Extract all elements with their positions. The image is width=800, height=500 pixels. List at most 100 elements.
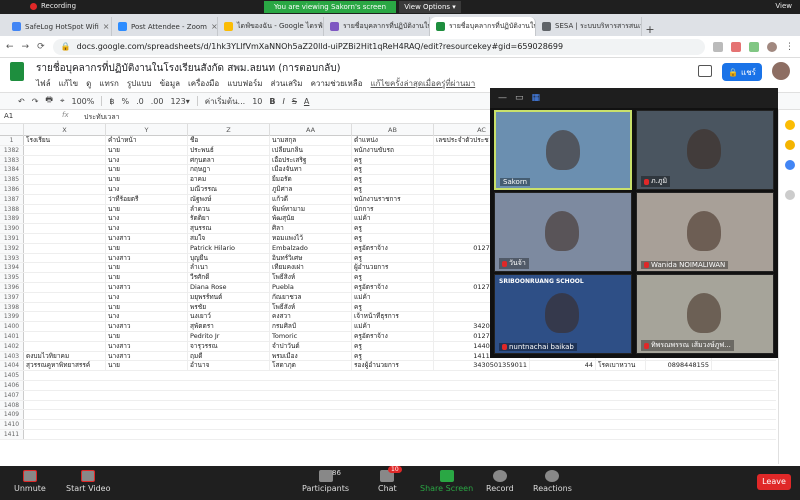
cell[interactable]: กฤษฎา bbox=[188, 165, 270, 175]
cell[interactable]: นามสกุล bbox=[270, 136, 352, 145]
row-number[interactable]: 1387 bbox=[0, 194, 24, 204]
cell[interactable]: พรชัย bbox=[188, 302, 270, 312]
redo-icon[interactable]: ↷ bbox=[32, 97, 39, 106]
cell[interactable]: คำนำหน้า bbox=[106, 136, 188, 145]
row-number[interactable]: 1391 bbox=[0, 234, 24, 243]
row-number[interactable]: 1399 bbox=[0, 312, 24, 322]
cell[interactable] bbox=[24, 292, 106, 302]
percent-format-button[interactable]: % bbox=[121, 97, 129, 106]
new-tab-button[interactable]: + bbox=[642, 23, 658, 36]
cell[interactable]: สุวรรณคูหาพิทยาสรรค์ bbox=[24, 361, 106, 371]
zoom-select[interactable]: 100% bbox=[71, 97, 94, 106]
cell[interactable]: ยิ้มอรัด bbox=[270, 175, 352, 184]
back-icon[interactable]: ← bbox=[6, 42, 14, 52]
view-button[interactable]: View bbox=[775, 2, 792, 10]
cell[interactable] bbox=[24, 185, 106, 194]
cell[interactable]: ณัฐพงษ์ bbox=[188, 194, 270, 204]
cell[interactable]: นางสาว bbox=[106, 351, 188, 361]
cell[interactable]: หอมแพงไว้ bbox=[270, 234, 352, 243]
account-avatar[interactable] bbox=[772, 62, 790, 80]
cell[interactable]: นางสาว bbox=[106, 234, 188, 243]
cell[interactable]: นางสาว bbox=[106, 322, 188, 331]
bold-button[interactable]: B bbox=[269, 97, 275, 106]
menu-edit[interactable]: แก้ไข bbox=[59, 77, 79, 90]
formula-input[interactable]: ประทับเวลา bbox=[84, 112, 120, 123]
row-number[interactable]: 1389 bbox=[0, 214, 24, 224]
cell[interactable]: เมืองจันทา bbox=[270, 165, 352, 175]
row-number[interactable]: 1411 bbox=[0, 430, 24, 439]
cell[interactable]: ครู bbox=[352, 351, 434, 361]
cell[interactable]: พิมพ์ทามาม bbox=[270, 204, 352, 214]
cell[interactable]: โพธิ์สังห์ bbox=[270, 302, 352, 312]
keep-icon[interactable] bbox=[785, 140, 795, 150]
cell[interactable]: ฤมดี bbox=[188, 351, 270, 361]
extension-icon[interactable] bbox=[713, 41, 723, 52]
unmute-button[interactable]: Unmute bbox=[14, 470, 46, 493]
row-number[interactable]: 1 bbox=[0, 136, 24, 145]
cell[interactable]: ลำดวน bbox=[188, 204, 270, 214]
column-header[interactable]: X bbox=[24, 124, 106, 136]
cell[interactable] bbox=[24, 341, 106, 351]
more-formats-button[interactable]: 123▾ bbox=[170, 97, 189, 106]
cell[interactable]: พัฒสุนัย bbox=[270, 214, 352, 224]
cell[interactable]: Embalzado bbox=[270, 243, 352, 253]
cell[interactable]: ครู bbox=[352, 302, 434, 312]
menu-file[interactable]: ไฟล์ bbox=[36, 77, 51, 90]
cell[interactable]: อำนาจ bbox=[188, 361, 270, 371]
close-tab-icon[interactable]: × bbox=[211, 22, 217, 31]
cell[interactable]: ดงบมไวทิยาคม bbox=[24, 351, 106, 361]
browser-tab-2[interactable]: Post Attendee - Zoom × bbox=[112, 17, 218, 36]
cell[interactable]: มยุพรร์ทนต์ bbox=[188, 292, 270, 302]
extension-icon[interactable] bbox=[731, 41, 741, 52]
cell[interactable]: นาย bbox=[106, 145, 188, 155]
cell[interactable] bbox=[24, 155, 106, 165]
cell[interactable]: ศิลา bbox=[270, 224, 352, 233]
print-icon[interactable]: 🖶 bbox=[45, 94, 53, 108]
cell[interactable] bbox=[24, 332, 106, 341]
cell[interactable]: เอื้อประเสริฐ bbox=[270, 155, 352, 165]
row-number[interactable]: 1409 bbox=[0, 410, 24, 420]
cell[interactable] bbox=[24, 283, 106, 292]
chat-button[interactable]: Chat 10 bbox=[378, 466, 402, 493]
font-size-select[interactable]: 10 bbox=[252, 97, 262, 106]
cell[interactable]: ครู bbox=[352, 165, 434, 175]
cell[interactable]: ครู bbox=[352, 155, 434, 165]
cell[interactable]: สมใจ bbox=[188, 234, 270, 243]
cell[interactable]: สุนรรณ bbox=[188, 224, 270, 233]
browser-tab-3[interactable]: ไดฟ์ของฉัน - Google ไดรฟ์× bbox=[218, 17, 324, 36]
menu-addons[interactable]: ส่วนเสริม bbox=[271, 77, 303, 90]
cell[interactable]: ครู bbox=[352, 253, 434, 263]
browser-tab-6[interactable]: SESA | ระบบบริหารสารสนเทศ× bbox=[536, 17, 642, 36]
cell[interactable]: นาง bbox=[106, 185, 188, 194]
cell[interactable]: นาง bbox=[106, 312, 188, 322]
row-number[interactable]: 1385 bbox=[0, 175, 24, 184]
column-header[interactable] bbox=[0, 124, 24, 136]
extension-icon[interactable] bbox=[749, 41, 759, 52]
cell[interactable]: Pedrito Jr bbox=[188, 332, 270, 341]
reactions-button[interactable]: Reactions bbox=[533, 470, 572, 493]
cell[interactable]: มณีวรรณ bbox=[188, 185, 270, 194]
document-title[interactable]: รายชื่อบุคลากรที่ปฏิบัติงานในโรงเรียนสัง… bbox=[36, 61, 341, 76]
currency-format-button[interactable]: ฿ bbox=[109, 97, 114, 106]
cell[interactable] bbox=[24, 214, 106, 224]
cell[interactable] bbox=[24, 194, 106, 204]
cell[interactable]: แม่ค้า bbox=[352, 214, 434, 224]
row-number[interactable]: 1406 bbox=[0, 381, 24, 390]
cell[interactable] bbox=[24, 322, 106, 331]
calendar-icon[interactable] bbox=[785, 120, 795, 130]
menu-format[interactable]: รูปแบบ bbox=[127, 77, 152, 90]
cell[interactable] bbox=[24, 145, 106, 155]
cell[interactable]: นักการ bbox=[352, 204, 434, 214]
cell[interactable]: พนักงานราชการ bbox=[352, 194, 434, 204]
cell[interactable]: ลำเนา bbox=[188, 263, 270, 273]
cell[interactable]: นางสาว bbox=[106, 253, 188, 263]
cell[interactable]: นาง bbox=[106, 155, 188, 165]
tasks-icon[interactable] bbox=[785, 160, 795, 170]
cell[interactable]: ครู bbox=[352, 234, 434, 243]
cell[interactable]: โพธิ์สิงห์ bbox=[270, 273, 352, 282]
browser-tab-5-active[interactable]: รายชื่อบุคลากรที่ปฏิบัติงานในโ× bbox=[430, 17, 536, 36]
cell[interactable]: เปลี่ยนกลิ่น bbox=[270, 145, 352, 155]
cell[interactable] bbox=[24, 273, 106, 282]
row-number[interactable]: 1403 bbox=[0, 351, 24, 361]
sheets-logo-icon[interactable] bbox=[10, 62, 24, 81]
